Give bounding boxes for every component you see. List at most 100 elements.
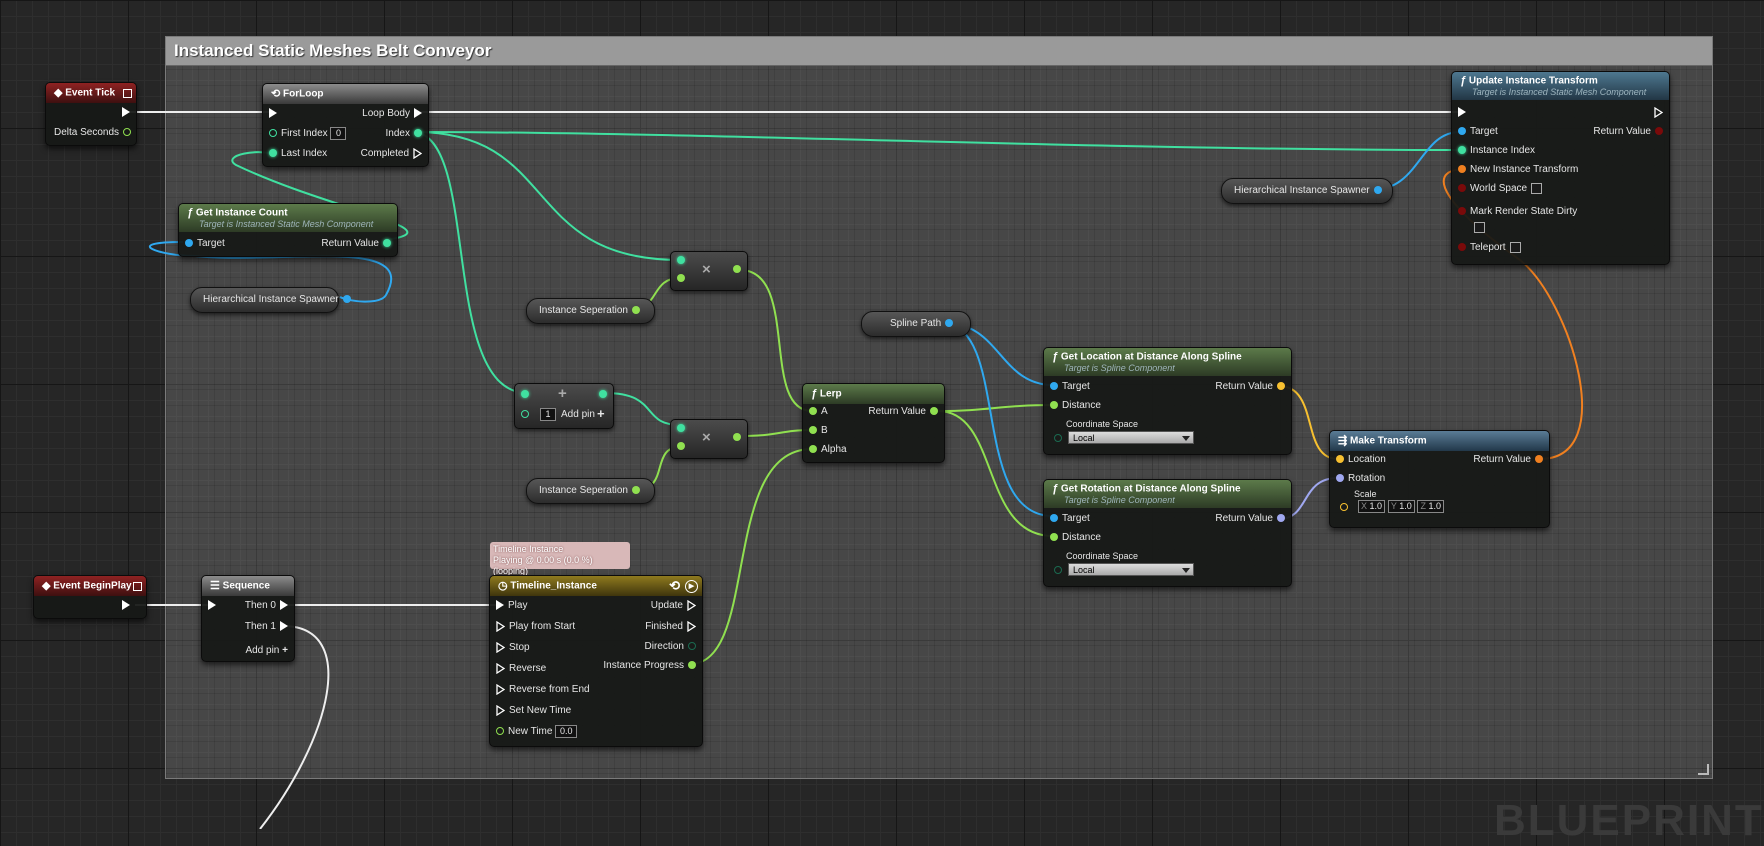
uit-dirty-pin[interactable]: [1458, 207, 1466, 216]
mt-rotation-row[interactable]: Rotation: [1332, 471, 1385, 487]
then1-row[interactable]: Then 1: [245, 619, 292, 635]
get-instance-count-node[interactable]: ƒ Get Instance Count Target is Instanced…: [178, 203, 398, 257]
uit-return-pin[interactable]: [1655, 127, 1663, 136]
tl-update-row[interactable]: Update: [651, 598, 700, 614]
uit-exec-in[interactable]: [1454, 105, 1470, 121]
hism-variable-node[interactable]: Hierarchical Instance Spawner: [190, 287, 351, 313]
event-tick-header[interactable]: ◆ Event Tick: [46, 83, 136, 103]
uit-index-pin[interactable]: [1458, 146, 1466, 155]
gr-coord-dropdown[interactable]: Local: [1068, 563, 1194, 576]
mult1-in-a-pin[interactable]: [677, 256, 685, 264]
gr-target-pin[interactable]: [1050, 514, 1058, 523]
sequence-add-pin[interactable]: Add pin +: [245, 643, 288, 659]
add-in-b-pin[interactable]: [521, 410, 529, 418]
index-pin[interactable]: [414, 129, 422, 138]
mult2-out-pin[interactable]: [733, 433, 741, 441]
add-pin-plus-icon[interactable]: +: [597, 406, 605, 421]
uit-return-row[interactable]: Return Value: [1593, 124, 1667, 140]
delta-seconds-row[interactable]: Delta Seconds: [54, 125, 135, 141]
then0-row[interactable]: Then 0: [245, 598, 292, 614]
instance-separation-pin-1[interactable]: [631, 306, 640, 315]
forloop-exec-in[interactable]: [265, 106, 281, 122]
gl-return-row[interactable]: Return Value: [1215, 379, 1289, 395]
uit-dirty-row[interactable]: Mark Render State Dirty: [1454, 204, 1577, 220]
completed-exec-pin[interactable]: [413, 147, 423, 160]
tl-direction-row[interactable]: Direction: [645, 639, 700, 655]
add-int-node[interactable]: + 1 Add pin +: [514, 383, 614, 429]
tl-newtime-input[interactable]: 0.0: [555, 724, 578, 738]
mult2-in-a-pin[interactable]: [677, 424, 685, 432]
first-index-row[interactable]: First Index 0: [265, 126, 347, 142]
beginplay-exec-out[interactable]: [118, 598, 134, 614]
uit-transform-pin[interactable]: [1458, 165, 1466, 174]
first-index-pin[interactable]: [269, 129, 277, 138]
get-rotation-header[interactable]: ƒ Get Rotation at Distance Along Spline …: [1044, 480, 1291, 508]
instance-separation-node-1[interactable]: Instance Seperation: [526, 298, 655, 324]
get-rotation-node[interactable]: ƒ Get Rotation at Distance Along Spline …: [1043, 479, 1292, 587]
gr-target-row[interactable]: Target: [1046, 511, 1090, 527]
last-index-pin[interactable]: [269, 149, 277, 158]
loop-icon[interactable]: ⟲: [669, 576, 680, 596]
uit-teleport-pin[interactable]: [1458, 243, 1466, 252]
add-in-b-input[interactable]: 1: [540, 408, 556, 421]
tl-setnewtime-row[interactable]: Set New Time: [492, 703, 571, 719]
spline-path-pin[interactable]: [945, 319, 954, 328]
get-instance-count-header[interactable]: ƒ Get Instance Count Target is Instanced…: [179, 204, 397, 232]
comment-resize-grip[interactable]: [1698, 764, 1709, 775]
multiply-node-1[interactable]: ×: [670, 251, 748, 291]
timeline-node[interactable]: ◷ Timeline_Instance ⟲ ▶ Play Update Play…: [489, 575, 703, 747]
scale-y-input[interactable]: Y 1.0: [1387, 499, 1415, 513]
last-index-row[interactable]: Last Index: [265, 146, 327, 162]
gl-target-row[interactable]: Target: [1046, 379, 1090, 395]
index-row[interactable]: Index: [386, 126, 426, 142]
lerp-return-pin[interactable]: [930, 407, 938, 416]
add-pin-label[interactable]: Add pin: [561, 409, 595, 420]
update-instance-header[interactable]: ƒ Update Instance Transform Target is In…: [1452, 72, 1669, 100]
mult2-in-b-pin[interactable]: [677, 442, 685, 450]
gl-coord-pin[interactable]: [1054, 434, 1062, 442]
scale-z-input[interactable]: Z 1.0: [1417, 499, 1445, 513]
spline-path-node[interactable]: Spline Path: [861, 311, 971, 337]
uit-target-pin[interactable]: [1458, 127, 1466, 136]
sequence-node[interactable]: ☰ Sequence Then 0 Then 1 Add pin +: [201, 575, 295, 662]
uit-transform-row[interactable]: New Instance Transform: [1454, 162, 1578, 178]
multiply-node-2[interactable]: ×: [670, 419, 748, 459]
lerp-alpha-pin[interactable]: [809, 445, 817, 454]
lerp-header[interactable]: ƒ Lerp: [803, 384, 944, 404]
get-location-node[interactable]: ƒ Get Location at Distance Along Spline …: [1043, 347, 1292, 455]
instance-separation-node-2[interactable]: Instance Seperation: [526, 478, 655, 504]
uit-teleport-row[interactable]: Teleport: [1454, 240, 1521, 256]
make-transform-node[interactable]: ⇶ Make Transform Location Return Value R…: [1329, 430, 1550, 528]
gr-distance-row[interactable]: Distance: [1046, 530, 1101, 546]
add-pin-plus-icon[interactable]: +: [282, 645, 288, 656]
uit-world-row[interactable]: World Space: [1454, 181, 1543, 197]
delegate-icon[interactable]: [123, 89, 132, 98]
uit-exec-out[interactable]: [1650, 105, 1667, 121]
timeline-header[interactable]: ◷ Timeline_Instance ⟲ ▶: [490, 576, 702, 596]
gl-distance-row[interactable]: Distance: [1046, 398, 1101, 414]
tl-direction-pin[interactable]: [688, 642, 696, 651]
hism-variable-node-2[interactable]: Hierarchical Instance Spawner: [1221, 178, 1393, 204]
sequence-header[interactable]: ☰ Sequence: [202, 576, 294, 596]
tl-reverse-row[interactable]: Reverse: [492, 661, 546, 677]
update-instance-transform-node[interactable]: ƒ Update Instance Transform Target is In…: [1451, 71, 1670, 265]
lerp-alpha-row[interactable]: Alpha: [805, 442, 847, 458]
sequence-exec-in[interactable]: [204, 598, 220, 614]
gl-return-pin[interactable]: [1277, 382, 1285, 391]
add-out-pin[interactable]: [599, 390, 607, 398]
instance-separation-pin-2[interactable]: [631, 486, 640, 495]
event-beginplay-header[interactable]: ◆ Event BeginPlay: [34, 576, 146, 596]
lerp-b-row[interactable]: B: [805, 423, 828, 439]
mt-rotation-pin[interactable]: [1336, 474, 1344, 483]
gic-target-row[interactable]: Target: [181, 236, 225, 252]
mark-dirty-checkbox[interactable]: [1474, 222, 1485, 233]
uit-index-row[interactable]: Instance Index: [1454, 143, 1535, 159]
uit-target-row[interactable]: Target: [1454, 124, 1498, 140]
tl-reverse-end-row[interactable]: Reverse from End: [492, 682, 590, 698]
hism-variable-pin[interactable]: [342, 295, 351, 304]
gl-target-pin[interactable]: [1050, 382, 1058, 391]
lerp-a-row[interactable]: A: [805, 404, 828, 420]
tl-stop-row[interactable]: Stop: [492, 640, 530, 656]
mt-location-pin[interactable]: [1336, 455, 1344, 464]
uit-world-pin[interactable]: [1458, 184, 1466, 193]
